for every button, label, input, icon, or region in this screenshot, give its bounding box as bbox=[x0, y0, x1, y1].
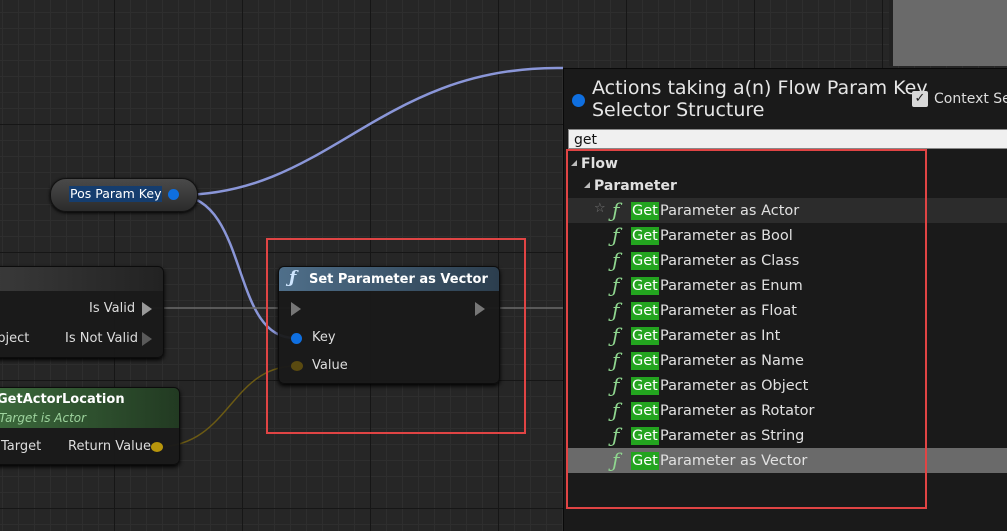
viewport-panel bbox=[889, 0, 1007, 66]
is-not-valid-exec-pin[interactable] bbox=[142, 332, 152, 346]
context-sensitive-label: Context Se bbox=[934, 91, 1007, 107]
menu-title-line2: Selector Structure bbox=[592, 99, 765, 121]
is-not-valid-label: Is Not Valid bbox=[65, 331, 138, 346]
object-label: Object bbox=[0, 331, 30, 346]
context-sensitive-checkbox[interactable]: ✓ bbox=[912, 91, 928, 107]
annotation-box-menu bbox=[566, 149, 927, 509]
return-value-label: Return Value bbox=[68, 439, 151, 454]
is-valid-header bbox=[0, 267, 163, 291]
pos-param-key-label: Pos Param Key bbox=[69, 186, 163, 202]
is-valid-label: Is Valid bbox=[89, 301, 136, 316]
menu-title-line1: Actions taking a(n) Flow Param Key bbox=[592, 77, 928, 99]
target-label: Target bbox=[1, 439, 42, 454]
annotation-box-node bbox=[266, 238, 526, 434]
get-actor-location-header: GetActorLocation Target is Actor bbox=[0, 388, 179, 428]
pos-param-key-pin[interactable] bbox=[168, 189, 179, 200]
get-actor-location-node[interactable]: GetActorLocation Target is Actor Target … bbox=[0, 387, 180, 465]
pos-param-key-node[interactable]: Pos Param Key bbox=[50, 178, 198, 212]
get-actor-location-subtitle: Target is Actor bbox=[0, 411, 87, 425]
search-input[interactable]: get bbox=[568, 129, 1007, 149]
menu-title: Actions taking a(n) Flow Param Key Selec… bbox=[592, 77, 928, 121]
struct-type-icon bbox=[572, 94, 585, 107]
is-valid-exec-pin[interactable] bbox=[142, 302, 152, 316]
return-value-pin[interactable] bbox=[151, 442, 163, 452]
is-valid-node[interactable]: Is Valid Object Is Not Valid bbox=[0, 266, 164, 358]
get-actor-location-title: GetActorLocation bbox=[0, 392, 125, 407]
wire-to-menu bbox=[178, 66, 564, 197]
